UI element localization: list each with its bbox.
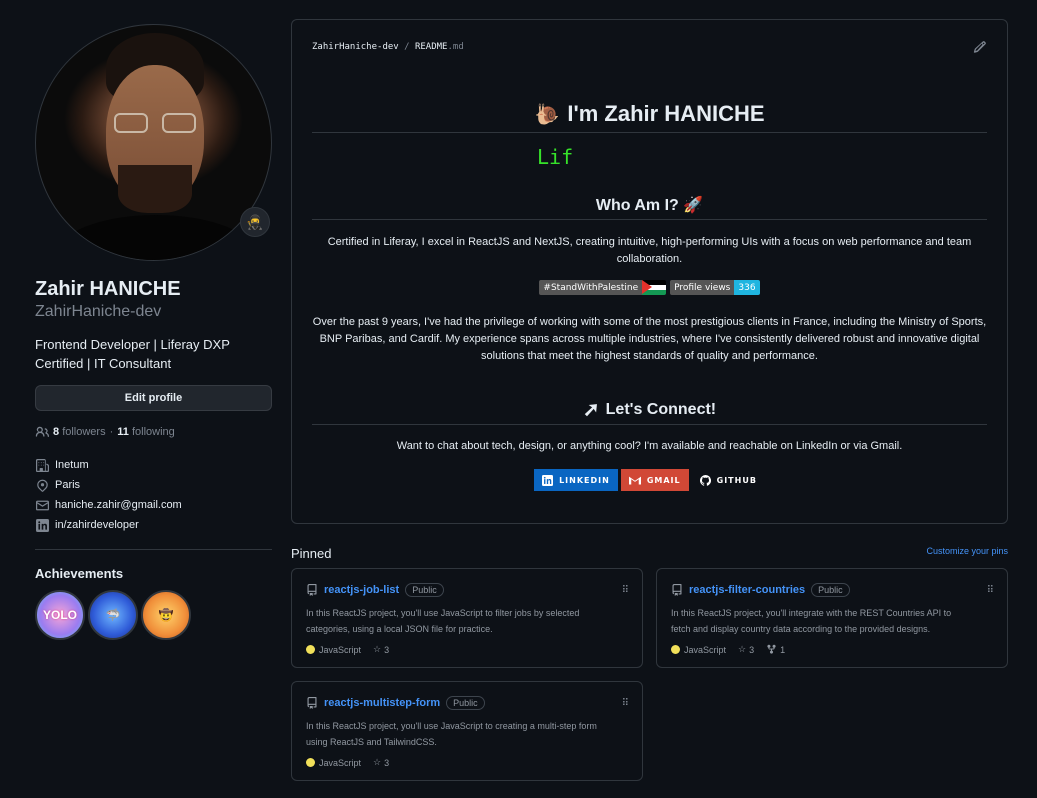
star-icon: ☆ — [373, 644, 382, 654]
profile-name: Zahir HANICHE — [35, 278, 181, 300]
location-item: Paris — [35, 475, 272, 495]
who-am-i-text: Certified in Liferay, I excel in ReactJS… — [327, 236, 972, 265]
repo-language: JavaScript — [306, 645, 361, 655]
waving-ninja-icon: 🐌 — [534, 103, 560, 126]
star-icon: ☆ — [373, 757, 382, 767]
achievements-title: Achievements — [35, 566, 124, 581]
linkedin-button[interactable]: LINKEDIN — [534, 469, 618, 491]
typing-animation: Lif — [537, 145, 574, 169]
pinned-repo-card: reactjs-multistep-form Public ⠿ In this … — [291, 681, 643, 781]
company-item: Inetum — [35, 455, 272, 475]
linkedin-link[interactable]: in/zahirdeveloper — [55, 519, 139, 531]
readme-heading: 🐌 I'm Zahir HANICHE — [312, 96, 987, 133]
social-buttons: LINKEDIN GMAIL GITHUB — [292, 469, 1007, 491]
repo-stars-link[interactable]: ☆ 3 — [373, 644, 389, 655]
repo-stars-link[interactable]: ☆ 3 — [738, 644, 754, 655]
pinned-title: Pinned — [291, 546, 332, 561]
profile-sidebar: 🥷 Zahir HANICHE ZahirHaniche-dev Fronten… — [35, 24, 272, 640]
profile-views-shield[interactable]: Profile views 336 — [670, 280, 760, 295]
starstruck-badge-icon[interactable]: 🤠 — [141, 590, 191, 640]
profile-bio: Frontend Developer | Liferay DXP Certifi… — [35, 337, 230, 371]
gmail-button[interactable]: GMAIL — [620, 469, 689, 491]
email-link[interactable]: haniche.zahir@gmail.com — [55, 499, 182, 511]
repo-language: JavaScript — [671, 645, 726, 655]
status-ninja-icon[interactable]: 🥷 — [240, 207, 270, 237]
repo-icon — [307, 697, 317, 709]
linkedin-logo-icon — [542, 474, 554, 486]
drag-handle-icon[interactable]: ⠿ — [987, 585, 994, 596]
visibility-badge: Public — [405, 583, 444, 597]
repo-name-link[interactable]: reactjs-multistep-form — [324, 697, 440, 709]
repo-icon — [307, 584, 317, 596]
company-label: Inetum — [55, 459, 89, 471]
repo-language: JavaScript — [306, 758, 361, 768]
readme-breadcrumb: ZahirHaniche-dev / README.md — [312, 42, 464, 52]
pull-shark-badge-icon[interactable]: 🦈 — [88, 590, 138, 640]
repo-description: In this ReactJS project, you'll use Java… — [306, 721, 597, 747]
profile-details: Inetum Paris haniche.zahir@gmail.com in/… — [35, 455, 272, 535]
profile-login: ZahirHaniche-dev — [35, 303, 162, 320]
location-label: Paris — [55, 479, 81, 491]
customize-pins-link[interactable]: Customize your pins — [926, 546, 1008, 556]
location-icon — [35, 478, 49, 492]
followers-link[interactable]: 8 followers — [53, 426, 106, 438]
visibility-badge: Public — [811, 583, 850, 597]
repo-name-link[interactable]: reactjs-job-list — [324, 584, 399, 596]
people-icon — [35, 426, 49, 437]
pinned-repo-card: reactjs-filter-countries Public ⠿ In thi… — [656, 568, 1008, 668]
readme-card: ZahirHaniche-dev / README.md 🐌 I'm Zahir… — [291, 19, 1008, 524]
repo-icon — [672, 584, 682, 596]
pencil-icon[interactable] — [973, 40, 987, 54]
repo-forks-link[interactable]: 1 — [766, 644, 785, 655]
experience-text: Over the past 9 years, I've had the priv… — [312, 316, 987, 362]
pinned-repo-card: reactjs-job-list Public ⠿ In this ReactJ… — [291, 568, 643, 668]
github-logo-icon — [699, 474, 711, 486]
gmail-logo-icon — [628, 476, 641, 485]
readme-owner-link[interactable]: ZahirHaniche-dev — [312, 42, 399, 52]
arrow-up-right-icon: ➚ — [582, 399, 600, 421]
repo-stars-link[interactable]: ☆ 3 — [373, 757, 389, 768]
star-icon: ☆ — [738, 644, 747, 654]
linkedin-item[interactable]: in/zahirdeveloper — [35, 515, 272, 535]
sidebar-divider — [35, 549, 272, 550]
avatar-container: 🥷 — [35, 24, 272, 261]
yolo-badge-icon[interactable]: YOLO — [35, 590, 85, 640]
avatar[interactable] — [35, 24, 272, 261]
readme-file-link[interactable]: README — [415, 42, 448, 52]
shields-row: #StandWithPalestine Profile views 336 — [292, 280, 1007, 295]
repo-description: In this ReactJS project, you'll use Java… — [306, 608, 580, 634]
mail-icon — [35, 498, 49, 512]
stand-with-palestine-shield[interactable]: #StandWithPalestine — [539, 280, 667, 295]
organization-icon — [35, 458, 49, 472]
achievement-badges: YOLO 🦈 🤠 — [35, 590, 272, 640]
fork-icon — [767, 644, 776, 654]
following-link[interactable]: 11 following — [117, 426, 175, 438]
github-button[interactable]: GITHUB — [691, 469, 765, 491]
follow-separator: · — [109, 426, 114, 438]
linkedin-icon — [35, 518, 49, 532]
email-item[interactable]: haniche.zahir@gmail.com — [35, 495, 272, 515]
follow-stats: 8 followers · 11 following — [35, 425, 272, 439]
drag-handle-icon[interactable]: ⠿ — [622, 585, 629, 596]
visibility-badge: Public — [446, 696, 485, 710]
who-am-i-heading: Who Am I? 🚀 — [312, 190, 987, 220]
lets-connect-heading: ➚ Let's Connect! — [312, 395, 987, 425]
repo-description: In this ReactJS project, you'll integrat… — [671, 608, 952, 634]
repo-name-link[interactable]: reactjs-filter-countries — [689, 584, 805, 596]
edit-profile-button[interactable]: Edit profile — [35, 385, 272, 411]
drag-handle-icon[interactable]: ⠿ — [622, 698, 629, 709]
connect-text: Want to chat about tech, design, or anyt… — [396, 440, 903, 452]
